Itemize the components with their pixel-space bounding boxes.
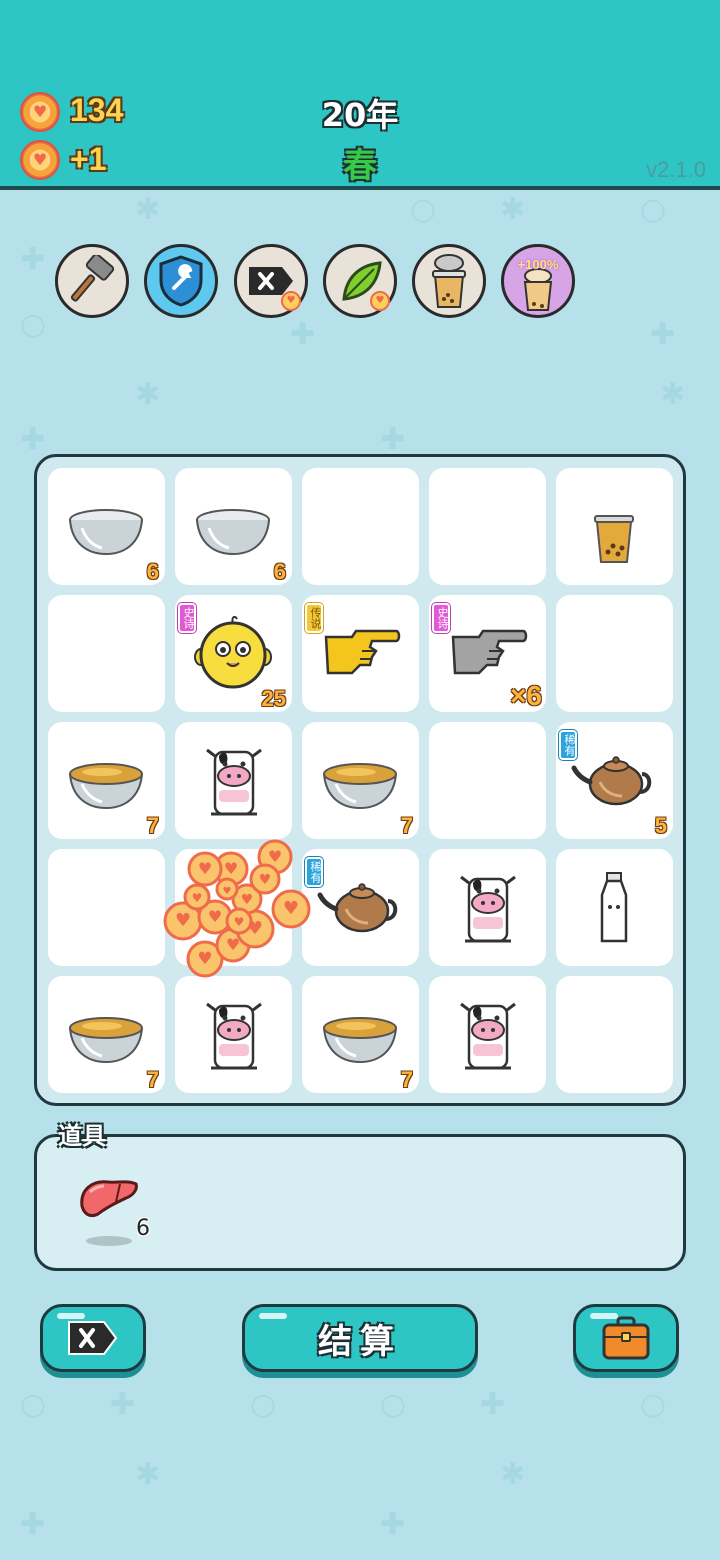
- board-cell[interactable]: 稀有 5: [556, 722, 673, 839]
- board-cell[interactable]: 6: [175, 468, 292, 585]
- svg-text:♥: ♥: [197, 949, 212, 969]
- svg-text:♥: ♥: [198, 859, 212, 878]
- bubble-tea-cup-icon: [594, 515, 634, 563]
- rarity-tag: 史诗: [178, 603, 196, 633]
- svg-text:♥: ♥: [283, 898, 299, 919]
- coin-burst-effect: ♥♥♥♥♥♥♥♥♥♥♥♥♥♥: [163, 839, 311, 978]
- board-cell[interactable]: 稀有: [302, 849, 419, 966]
- settle-button[interactable]: 结算: [242, 1304, 478, 1372]
- item-count: 7: [400, 813, 413, 838]
- board-cell[interactable]: [556, 849, 673, 966]
- milk-tea-boost-skill-button[interactable]: +100%: [501, 244, 575, 318]
- item-shadow: [86, 1236, 132, 1246]
- income-coin-icon: [20, 140, 60, 180]
- svg-text:♥: ♥: [192, 891, 203, 905]
- rarity-tag: 传说: [305, 603, 323, 633]
- shield-wrench-icon: [159, 255, 203, 307]
- milk-tea-skill-button[interactable]: [412, 244, 486, 318]
- game-board: 6 6 史诗 25 传说 史诗 ×6 7 7 稀有 5 ♥ ♥ ♥ ♥ ♥ ♥ ♥ ♥ ♥ ♥ ♥ ♥ ♥ ♥ 稀有 7 7: [34, 454, 686, 1106]
- year-label: 20年: [321, 96, 399, 134]
- board-cell[interactable]: [556, 595, 673, 712]
- board-cell[interactable]: [175, 976, 292, 1093]
- rarity-tag: 史诗: [432, 603, 450, 633]
- svg-text:♥: ♥: [259, 872, 272, 888]
- remove-tag-icon: [68, 1321, 118, 1355]
- board-cell[interactable]: ♥ ♥ ♥ ♥ ♥ ♥ ♥ ♥ ♥ ♥ ♥ ♥ ♥ ♥: [163, 839, 311, 978]
- rarity-tag: 稀有: [305, 857, 323, 887]
- board-cell[interactable]: [556, 468, 673, 585]
- cow-icon: [460, 875, 516, 943]
- money-counter: 134: [70, 92, 124, 128]
- income-counter: +1: [70, 141, 107, 177]
- svg-text:♥: ♥: [175, 910, 191, 931]
- item-count: 25: [261, 686, 286, 711]
- board-cell[interactable]: [429, 722, 546, 839]
- board-cell[interactable]: [429, 468, 546, 585]
- boost-percent-label: +100%: [517, 257, 559, 272]
- liver-item[interactable]: [78, 1176, 140, 1246]
- coin-icon: [20, 92, 60, 132]
- board-cell[interactable]: 传说: [302, 595, 419, 712]
- board-cell[interactable]: 6: [48, 468, 165, 585]
- cow-icon: [206, 748, 262, 816]
- board-cell[interactable]: 史诗 25: [175, 595, 292, 712]
- item-count: 7: [400, 1067, 413, 1092]
- milk-bottle-icon: [600, 872, 628, 943]
- board-cell[interactable]: 史诗 ×6: [429, 595, 546, 712]
- remove-button[interactable]: [40, 1304, 146, 1372]
- liver-item-count: 6: [136, 1216, 150, 1241]
- milk-tea-cup-icon: [432, 254, 466, 308]
- board-cell[interactable]: [302, 468, 419, 585]
- board-cell[interactable]: [175, 722, 292, 839]
- board-cell[interactable]: [429, 849, 546, 966]
- briefcase-icon: [602, 1316, 650, 1360]
- item-count: 7: [146, 1067, 159, 1092]
- svg-text:♥: ♥: [223, 886, 232, 897]
- rarity-tag: 稀有: [559, 730, 577, 760]
- item-count: 7: [146, 813, 159, 838]
- board-cell[interactable]: [429, 976, 546, 1093]
- version-label: v2.1.0: [646, 157, 706, 182]
- board-cell[interactable]: 7: [302, 722, 419, 839]
- top-bar: 134 +1 20年 春 v2.1.0: [0, 0, 720, 190]
- liver-icon: [80, 1180, 138, 1218]
- remove-skill-button[interactable]: ♥: [234, 244, 308, 318]
- milk-tea-cup-icon: [523, 268, 553, 311]
- svg-text:♥: ♥: [241, 892, 254, 908]
- board-cell[interactable]: 7: [48, 976, 165, 1093]
- item-count: 5: [654, 813, 667, 838]
- hammer-skill-button[interactable]: [55, 244, 129, 318]
- svg-text:♥: ♥: [268, 847, 282, 866]
- item-count: 6: [273, 559, 286, 584]
- leaf-skill-button[interactable]: ♥: [323, 244, 397, 318]
- settle-button-label: 结算: [318, 1321, 402, 1362]
- coin-badge-icon: ♥: [281, 291, 301, 311]
- item-count: 6: [146, 559, 159, 584]
- svg-text:♥: ♥: [208, 907, 222, 926]
- board-cell[interactable]: [48, 849, 165, 966]
- items-title: 道具: [58, 1122, 106, 1150]
- cow-icon: [206, 1002, 262, 1070]
- season-label: 春: [343, 146, 377, 186]
- shield-skill-button[interactable]: [144, 244, 218, 318]
- svg-text:♥: ♥: [234, 915, 245, 929]
- board-cell[interactable]: [48, 595, 165, 712]
- item-count: ×6: [510, 680, 542, 711]
- bag-button[interactable]: [573, 1304, 679, 1372]
- board-cell[interactable]: 7: [48, 722, 165, 839]
- board-cell[interactable]: [556, 976, 673, 1093]
- cow-icon: [460, 1002, 516, 1070]
- coin-badge-icon: ♥: [370, 291, 390, 311]
- svg-text:♥: ♥: [224, 859, 238, 878]
- board-cell[interactable]: 7: [302, 976, 419, 1093]
- hammer-icon: [70, 255, 115, 302]
